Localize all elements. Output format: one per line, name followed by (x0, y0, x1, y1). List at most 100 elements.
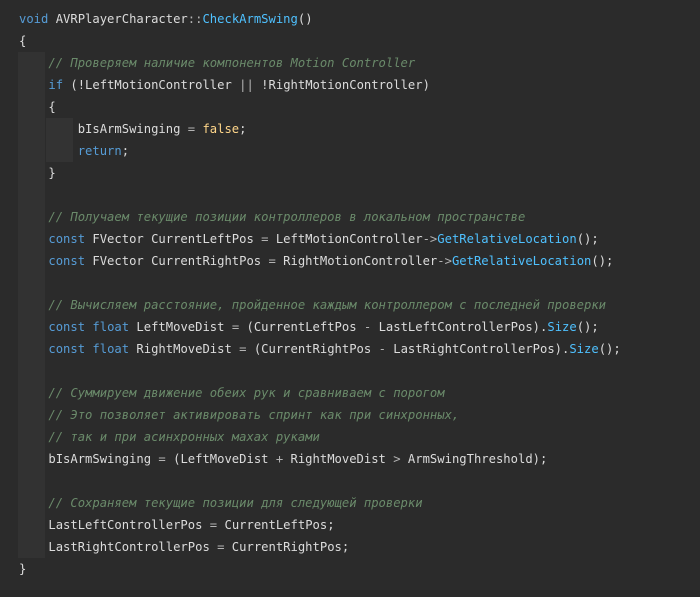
indent-guide (0, 338, 19, 360)
code-token: - (378, 342, 386, 356)
code-line: } (0, 558, 700, 580)
indent-guide (0, 206, 19, 228)
code-block: void AVRPlayerCharacter::CheckArmSwing()… (0, 8, 700, 580)
indent-guide (0, 30, 19, 52)
code-token: return (77, 144, 122, 158)
code-token: = (261, 232, 269, 246)
code-line: } (0, 162, 700, 184)
code-line: bIsArmSwinging = (LeftMoveDist + RightMo… (0, 448, 700, 470)
code-line: // Суммируем движение обеих рук и сравни… (0, 382, 700, 404)
code-line (0, 360, 700, 382)
indent-guide (0, 492, 19, 514)
code-token: // так и при асинхронных махах руками (48, 430, 320, 444)
code-token: } (48, 166, 56, 180)
code-token: || (239, 78, 254, 92)
code-token: RightMotionController (275, 254, 438, 268)
code-line: { (0, 30, 700, 52)
code-line: // Вычисляем расстояние, пройденное кажд… (0, 294, 700, 316)
code-line: const FVector CurrentRightPos = RightMot… (0, 250, 700, 272)
indent-guide (0, 426, 19, 448)
code-line: LastRightControllerPos = CurrentRightPos… (0, 536, 700, 558)
code-token: float (92, 342, 130, 356)
code-token: ; (121, 144, 130, 158)
code-token: FVector CurrentLeftPos (85, 232, 262, 246)
code-token: (); (576, 320, 599, 334)
code-token: bIsArmSwinging (48, 452, 159, 466)
code-line: void AVRPlayerCharacter::CheckArmSwing() (0, 8, 700, 30)
code-token: FVector CurrentRightPos (85, 254, 269, 268)
code-line: bIsArmSwinging = false; (0, 118, 700, 140)
code-line: LastLeftControllerPos = CurrentLeftPos; (0, 514, 700, 536)
code-token: float (92, 320, 130, 334)
code-token: bIsArmSwinging (77, 122, 188, 136)
indent-guide (0, 514, 19, 536)
indent-guide (0, 8, 19, 30)
code-line: // Проверяем наличие компонентов Motion … (0, 52, 700, 74)
code-token: ; (239, 122, 247, 136)
code-line: const float RightMoveDist = (CurrentRigh… (0, 338, 700, 360)
code-token: LastRightControllerPos (48, 540, 218, 554)
code-token: = (187, 122, 196, 136)
code-line: return; (0, 140, 700, 162)
code-token: GetRelativeLocation (437, 232, 577, 246)
code-token: RightMoveDist (283, 452, 394, 466)
code-token: (CurrentRightPos (246, 342, 379, 356)
code-token: const (48, 232, 86, 246)
code-token: CheckArmSwing (202, 12, 298, 26)
indent-guide (0, 228, 19, 250)
indent-guide (0, 272, 19, 294)
indent-guide (0, 360, 19, 382)
code-token: (); (576, 232, 599, 246)
code-token: // Сохраняем текущие позиции для следующ… (48, 496, 423, 510)
code-line: // Это позволяет активировать спринт как… (0, 404, 700, 426)
indent-guide (0, 404, 19, 426)
code-line: const float LeftMoveDist = (CurrentLeftP… (0, 316, 700, 338)
code-token: -> (437, 254, 452, 268)
code-token: = (268, 254, 276, 268)
code-token: LastRightControllerPos). (385, 342, 570, 356)
code-token: (CurrentLeftPos (239, 320, 364, 334)
code-token: const (48, 342, 86, 356)
code-line (0, 470, 700, 492)
code-token: GetRelativeLocation (451, 254, 592, 268)
code-token: RightMoveDist (129, 342, 240, 356)
code-token: Size (569, 342, 599, 356)
indent-guide (0, 382, 19, 404)
indent-guide (0, 470, 19, 492)
code-token: const (48, 320, 86, 334)
code-token: ArmSwingThreshold); (400, 452, 548, 466)
indent-guide (0, 184, 19, 206)
code-token: if (48, 78, 64, 92)
indent-guide (0, 52, 19, 74)
code-token: LeftMotionController (268, 232, 423, 246)
code-token: (); (591, 254, 614, 268)
indent-guide (0, 74, 19, 96)
indent-guide (0, 162, 19, 184)
code-token: LastLeftControllerPos (48, 518, 210, 532)
code-token: } (19, 562, 27, 576)
code-viewer: void AVRPlayerCharacter::CheckArmSwing()… (0, 0, 700, 597)
indent-guide (0, 250, 19, 272)
code-token: // Получаем текущие позиции контроллеров… (48, 210, 526, 224)
code-token: // Проверяем наличие компонентов Motion … (48, 56, 416, 70)
code-token: !RightMotionController) (253, 78, 430, 92)
code-token: -> (422, 232, 438, 246)
code-line: const FVector CurrentLeftPos = LeftMotio… (0, 228, 700, 250)
code-token: = (158, 452, 166, 466)
